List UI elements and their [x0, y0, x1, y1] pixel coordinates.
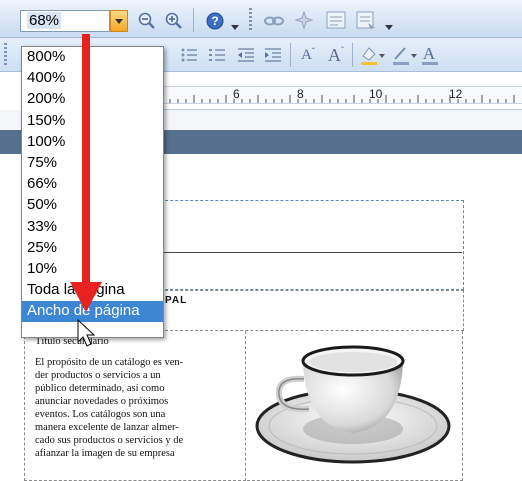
chevron-down-icon [115, 18, 123, 24]
main-title: PAL [165, 295, 188, 306]
zoom-dropdown-menu: 800% 400% 200% 150% 100% 75% 66% 50% 33%… [21, 46, 164, 338]
svg-text:A: A [423, 44, 436, 63]
zoom-in-icon[interactable] [163, 10, 185, 32]
ruler-label: 6 [233, 87, 240, 101]
horizontal-ruler: 6 8 10 12 [160, 72, 522, 110]
zoom-option[interactable]: 25% [22, 238, 163, 259]
zoom-option[interactable]: 100% [22, 132, 163, 153]
toolbar-separator [193, 8, 194, 32]
body-line: manera excelente de lanzar almer- [35, 422, 179, 433]
heading-frame[interactable] [160, 290, 464, 331]
body-line: anunciar novedades o próximos [35, 396, 169, 407]
numbering-icon[interactable] [206, 44, 228, 66]
zoom-option[interactable]: 75% [22, 153, 163, 174]
toolbar-options-icon[interactable] [230, 22, 240, 32]
zoom-input[interactable]: 68% [20, 10, 110, 32]
hyperlink-icon[interactable] [262, 10, 286, 32]
zoom-option[interactable]: 200% [22, 89, 163, 110]
ruler-label: 8 [297, 87, 304, 101]
line-color-icon[interactable] [390, 43, 418, 67]
grow-font-icon[interactable]: Aˆ [324, 44, 348, 66]
toolbar-separator [290, 43, 291, 67]
zoom-option-page-width[interactable]: Ancho de página [22, 301, 163, 323]
body-line: público determinado, así como [35, 383, 165, 394]
title-rule [160, 252, 462, 253]
clear-icon[interactable] [292, 8, 316, 32]
toolbar-grip[interactable] [4, 43, 7, 67]
text-box-icon[interactable] [324, 9, 348, 31]
zoom-option[interactable]: 400% [22, 68, 163, 89]
zoom-value: 68% [27, 12, 62, 29]
toolbar-grip[interactable] [249, 8, 252, 32]
toolbar-separator [352, 43, 353, 67]
standard-toolbar: 68% ? [0, 0, 522, 38]
zoom-option[interactable]: 33% [22, 217, 163, 238]
bullets-icon[interactable] [178, 44, 200, 66]
help-icon[interactable]: ? [204, 10, 226, 32]
ruler-ticks [161, 95, 515, 103]
svg-text:?: ? [211, 14, 218, 28]
body-text-frame[interactable]: Título secundario El propósito de un cat… [24, 331, 246, 481]
image-frame[interactable] [247, 331, 463, 481]
ruler-label: 10 [369, 87, 383, 101]
body-line: eventos. Los catálogos son una [35, 409, 166, 420]
link-text-icon[interactable] [354, 9, 378, 31]
zoom-option[interactable]: 800% [22, 47, 163, 68]
font-color-icon[interactable]: A [420, 43, 448, 67]
zoom-option[interactable]: 50% [22, 195, 163, 216]
shrink-font-icon[interactable]: Aˇ [296, 44, 320, 66]
body-line: der productos o servicios a un [35, 370, 161, 381]
zoom-option[interactable]: 66% [22, 174, 163, 195]
body-line: afianzar la imagen de su empresa [35, 448, 175, 459]
body-line: cado sus productos o servicios y de [35, 435, 184, 446]
teacup-image [255, 345, 451, 464]
decrease-indent-icon[interactable] [235, 44, 257, 66]
zoom-option-whole-page[interactable]: Toda la pagina [22, 280, 163, 301]
toolbar-options-icon[interactable] [384, 22, 394, 32]
zoom-option[interactable]: 150% [22, 111, 163, 132]
increase-indent-icon[interactable] [262, 44, 284, 66]
zoom-dropdown-button[interactable] [110, 10, 128, 32]
ruler-label: 12 [449, 87, 463, 101]
body-line: El propósito de un catálogo es ven- [35, 357, 184, 368]
fill-color-icon[interactable] [358, 43, 386, 67]
zoom-out-icon[interactable] [136, 10, 158, 32]
zoom-option[interactable]: 10% [22, 259, 163, 280]
